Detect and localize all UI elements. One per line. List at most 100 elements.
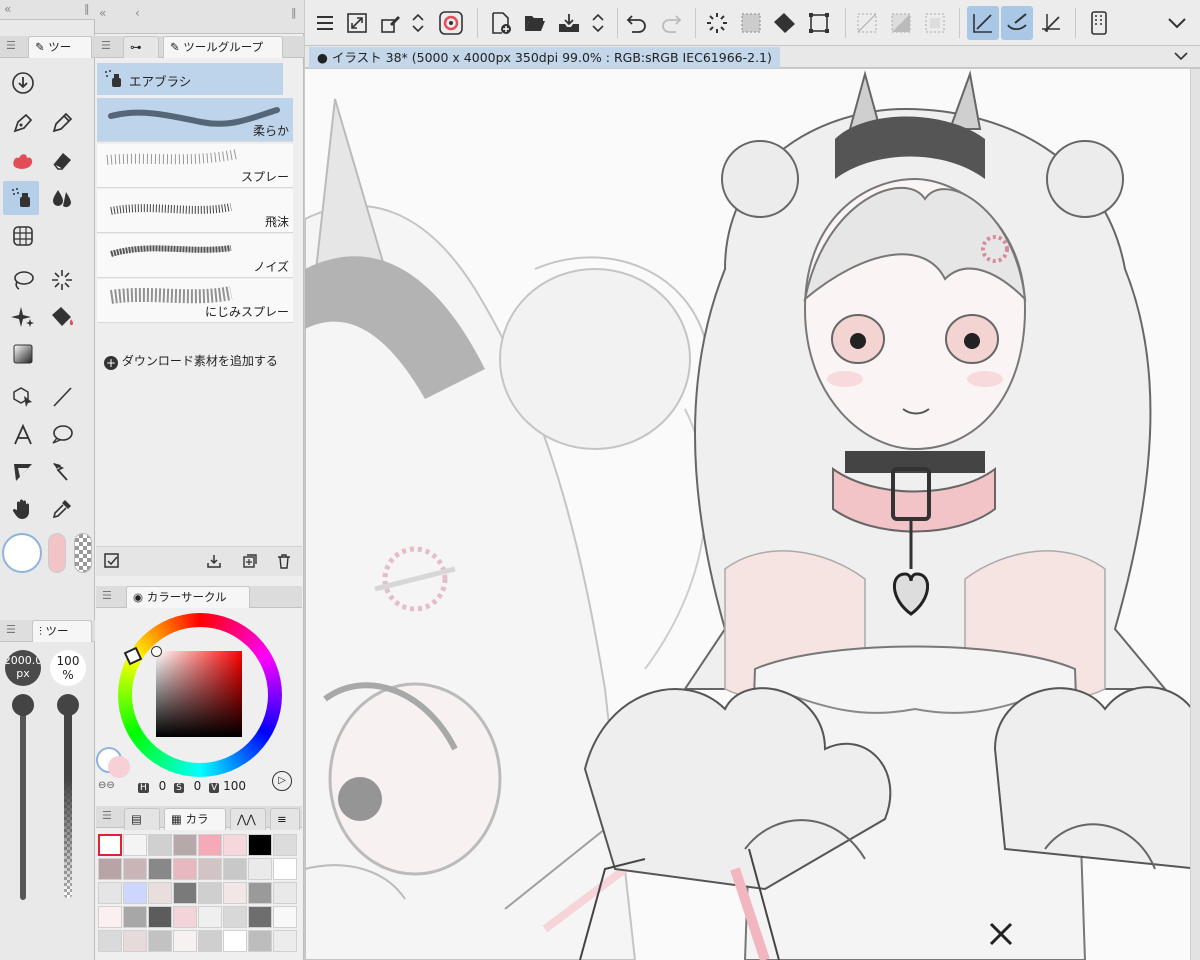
tool-property-tab[interactable]: ⫶ ツー xyxy=(32,620,92,642)
tool-correct-line[interactable] xyxy=(44,455,80,489)
tool-frame[interactable] xyxy=(5,455,41,489)
brush-size-slider-track[interactable] xyxy=(20,700,26,900)
download-tray-icon[interactable] xyxy=(206,553,222,569)
subtool-group-header[interactable]: エアブラシ xyxy=(97,63,283,95)
color-swatch[interactable] xyxy=(98,858,122,880)
intermediate-color-tab[interactable]: ≡ xyxy=(270,808,300,830)
color-swatch[interactable] xyxy=(98,930,122,952)
tool-lasso[interactable] xyxy=(5,263,41,297)
color-swatch[interactable] xyxy=(273,858,297,880)
undo-button[interactable] xyxy=(621,6,653,40)
trash-icon[interactable] xyxy=(276,553,292,569)
fill-selection-button[interactable] xyxy=(769,6,801,40)
right-panel-edge[interactable] xyxy=(1190,69,1200,960)
color-swatch[interactable] xyxy=(273,882,297,904)
color-play-icon[interactable]: ▷ xyxy=(272,771,292,791)
tool-balloon[interactable] xyxy=(44,418,80,452)
add-download-material-button[interactable]: + ダウンロード素材を追加する xyxy=(104,352,300,370)
approx-color-tab[interactable]: ⋀⋀ xyxy=(230,808,266,830)
color-swatch[interactable] xyxy=(223,930,247,952)
collapse-left-icon[interactable]: « xyxy=(4,2,11,16)
color-swatch[interactable] xyxy=(223,906,247,928)
tool-auto-select[interactable] xyxy=(44,263,80,297)
color-swatch[interactable] xyxy=(198,930,222,952)
color-history-tab[interactable]: ▤ xyxy=(124,808,160,830)
color-swatch[interactable] xyxy=(148,834,172,856)
save-button[interactable] xyxy=(553,6,585,40)
color-set-tab[interactable]: ▦ カラ xyxy=(164,808,226,830)
fit-window-button[interactable] xyxy=(341,6,373,40)
color-swatch[interactable] xyxy=(123,930,147,952)
sub-color-mini[interactable] xyxy=(108,756,130,778)
tool-pencil[interactable] xyxy=(44,106,80,140)
sub-color-swatch[interactable] xyxy=(48,533,66,573)
brush-item[interactable]: にじみスプレー xyxy=(97,279,293,323)
panel-grip-icon[interactable]: ‖ xyxy=(84,2,90,15)
tool-line[interactable] xyxy=(44,380,80,414)
brush-item[interactable]: スプレー xyxy=(97,144,293,188)
invert-selection-button[interactable] xyxy=(885,6,917,40)
stepper-button[interactable] xyxy=(587,6,609,40)
tool-eyedropper[interactable] xyxy=(44,492,80,526)
brush-item[interactable]: 柔らか xyxy=(97,98,293,142)
tool-figure[interactable] xyxy=(5,219,41,253)
color-swatch[interactable] xyxy=(223,882,247,904)
color-swatch[interactable] xyxy=(173,882,197,904)
panel-menu-icon[interactable]: ☰ xyxy=(102,589,112,602)
panel-menu-icon[interactable]: ☰ xyxy=(102,809,112,822)
color-swatch[interactable] xyxy=(248,906,272,928)
color-swatch[interactable] xyxy=(98,906,122,928)
color-swatch[interactable] xyxy=(273,906,297,928)
tool-fill[interactable] xyxy=(44,300,80,334)
color-swatch[interactable] xyxy=(198,834,222,856)
color-swatch[interactable] xyxy=(148,906,172,928)
color-swatch[interactable] xyxy=(223,834,247,856)
tool-airbrush[interactable] xyxy=(3,181,39,215)
brush-size-display[interactable]: 2000.0 px xyxy=(5,650,41,686)
redo-button[interactable] xyxy=(655,6,687,40)
brush-size-slider-knob[interactable] xyxy=(12,694,34,716)
panel-menu-icon[interactable]: ☰ xyxy=(6,39,16,52)
transform-button[interactable] xyxy=(375,6,407,40)
transform-selection-button[interactable] xyxy=(803,6,835,40)
transparent-mini-icon[interactable]: ⊖⊖ xyxy=(98,780,128,792)
color-swatch[interactable] xyxy=(98,882,122,904)
command-bar-more-button[interactable] xyxy=(1161,6,1193,40)
color-swatch[interactable] xyxy=(273,930,297,952)
smartphone-button[interactable] xyxy=(1083,6,1115,40)
color-swatch[interactable] xyxy=(198,882,222,904)
menu-button[interactable] xyxy=(309,6,341,40)
color-swatch[interactable] xyxy=(123,882,147,904)
snap-grid-button[interactable] xyxy=(1035,6,1067,40)
color-swatch[interactable] xyxy=(248,930,272,952)
open-file-button[interactable] xyxy=(519,6,551,40)
tool-brush[interactable] xyxy=(5,143,41,177)
chevron-left-icon[interactable]: ‹ xyxy=(135,6,140,20)
brush-item[interactable]: ノイズ xyxy=(97,234,293,278)
color-swatch[interactable] xyxy=(98,834,122,856)
tool-blend[interactable] xyxy=(44,181,80,215)
collapse-left-icon[interactable]: « xyxy=(99,6,106,20)
tool-text[interactable] xyxy=(5,418,41,452)
opacity-slider-track[interactable] xyxy=(64,700,72,898)
main-color-swatch[interactable] xyxy=(2,533,42,573)
color-swatch[interactable] xyxy=(123,858,147,880)
panel-menu-icon[interactable]: ☰ xyxy=(6,623,16,636)
color-swatch[interactable] xyxy=(173,858,197,880)
tool-hand[interactable] xyxy=(5,492,41,526)
expand-selection-button[interactable] xyxy=(919,6,951,40)
subtool-detail-tab[interactable]: ⊶ xyxy=(123,36,159,58)
tool-panel-tab[interactable]: ✎ ツー xyxy=(28,36,92,58)
tool-eraser[interactable] xyxy=(44,143,80,177)
new-file-button[interactable] xyxy=(485,6,517,40)
stepper-button[interactable] xyxy=(407,6,429,40)
color-swatch[interactable] xyxy=(148,930,172,952)
snap-ruler-button[interactable] xyxy=(967,6,999,40)
color-swatch[interactable] xyxy=(173,930,197,952)
color-swatch[interactable] xyxy=(248,858,272,880)
opacity-display[interactable]: 100 % xyxy=(50,650,86,686)
color-swatch[interactable] xyxy=(248,834,272,856)
color-swatch[interactable] xyxy=(123,834,147,856)
color-swatch[interactable] xyxy=(198,858,222,880)
sv-picker-handle[interactable] xyxy=(151,646,162,657)
